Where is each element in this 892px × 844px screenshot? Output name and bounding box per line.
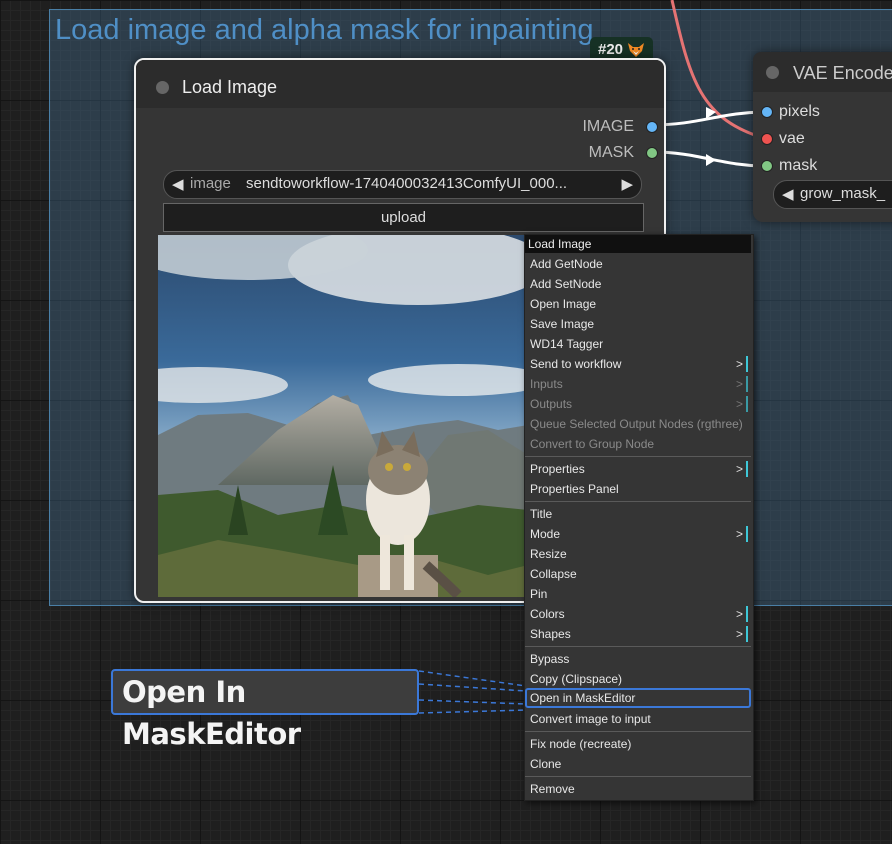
- grow-mask-combo[interactable]: ◀ grow_mask_: [773, 180, 892, 209]
- image-preview: [158, 235, 528, 597]
- image-combo[interactable]: ◀ image sendtoworkflow-1740400032413Comf…: [163, 170, 642, 199]
- menu-separator: [525, 456, 751, 457]
- output-mask-slot[interactable]: [646, 147, 658, 159]
- menu-item-shapes[interactable]: Shapes >: [525, 624, 751, 644]
- submenu-arrow-icon: >: [736, 376, 748, 392]
- menu-item-label: Save Image: [530, 317, 595, 331]
- vae-encode-title-bar[interactable]: VAE Encode: [753, 52, 892, 92]
- menu-item-add-getnode[interactable]: Add GetNode: [525, 254, 751, 274]
- node-id-text: #20: [598, 41, 624, 58]
- menu-item-open-image[interactable]: Open Image: [525, 294, 751, 314]
- input-vae-slot[interactable]: [761, 133, 773, 145]
- menu-item-save-image[interactable]: Save Image: [525, 314, 751, 334]
- menu-item-properties[interactable]: Properties >: [525, 459, 751, 479]
- menu-item-queue-selected-output-nodes: Queue Selected Output Nodes (rgthree): [525, 414, 751, 434]
- menu-item-properties-panel[interactable]: Properties Panel: [525, 479, 751, 499]
- menu-separator: [525, 776, 751, 777]
- menu-item-label: Remove: [530, 782, 575, 796]
- submenu-arrow-icon: >: [736, 526, 748, 542]
- output-mask-label: MASK: [588, 144, 634, 161]
- menu-item-open-in-maskeditor[interactable]: Open in MaskEditor: [525, 688, 751, 708]
- menu-item-label: Open in MaskEditor: [530, 691, 636, 705]
- menu-item-label: Properties Panel: [530, 482, 619, 496]
- menu-item-label: Send to workflow: [530, 357, 622, 371]
- menu-item-label: WD14 Tagger: [530, 337, 604, 351]
- input-vae-label: vae: [779, 130, 805, 147]
- menu-item-title[interactable]: Title: [525, 504, 751, 524]
- menu-item-collapse[interactable]: Collapse: [525, 564, 751, 584]
- vae-encode-node[interactable]: VAE Encode pixels vae mask ◀ grow_mask_: [753, 52, 892, 222]
- submenu-arrow-icon: >: [736, 626, 748, 642]
- menu-item-pin[interactable]: Pin: [525, 584, 751, 604]
- menu-item-label: Open Image: [530, 297, 597, 311]
- combo-value: grow_mask_: [800, 185, 886, 202]
- menu-item-mode[interactable]: Mode >: [525, 524, 751, 544]
- input-pixels-slot[interactable]: [761, 106, 773, 118]
- load-image-title: Load Image: [182, 77, 278, 97]
- menu-item-outputs: Outputs >: [525, 394, 751, 414]
- menu-item-fix-node[interactable]: Fix node (recreate): [525, 734, 751, 754]
- menu-item-colors[interactable]: Colors >: [525, 604, 751, 624]
- menu-separator: [525, 501, 751, 502]
- menu-item-label: Copy (Clipspace): [530, 672, 623, 686]
- menu-item-add-setnode[interactable]: Add SetNode: [525, 274, 751, 294]
- collapse-dot[interactable]: [766, 66, 779, 79]
- vae-encode-title: VAE Encode: [793, 63, 892, 83]
- context-menu-header: Load Image: [525, 235, 751, 253]
- output-image-slot[interactable]: [646, 121, 658, 133]
- menu-separator: [525, 646, 751, 647]
- menu-item-label: Shapes: [530, 627, 571, 641]
- menu-item-label: Add SetNode: [530, 277, 602, 291]
- menu-item-send-to-workflow[interactable]: Send to workflow >: [525, 354, 751, 374]
- context-menu[interactable]: Load Image Add GetNode Add SetNode Open …: [524, 234, 754, 801]
- menu-item-label: Convert image to input: [530, 712, 651, 726]
- menu-item-label: Queue Selected Output Nodes (rgthree): [530, 417, 743, 431]
- input-mask-label: mask: [779, 157, 818, 174]
- input-mask-slot[interactable]: [761, 160, 773, 172]
- load-image-title-bar[interactable]: Load Image: [136, 60, 664, 108]
- menu-item-label: Inputs: [530, 377, 563, 391]
- menu-item-label: Bypass: [530, 652, 570, 666]
- submenu-arrow-icon: >: [736, 461, 748, 477]
- combo-right-arrow[interactable]: ▶: [621, 175, 633, 193]
- menu-item-resize[interactable]: Resize: [525, 544, 751, 564]
- upload-button[interactable]: upload: [163, 203, 644, 232]
- menu-item-label: Convert to Group Node: [530, 437, 655, 451]
- menu-item-inputs: Inputs >: [525, 374, 751, 394]
- menu-item-label: Title: [530, 507, 553, 521]
- combo-left-arrow[interactable]: ◀: [782, 185, 794, 203]
- submenu-arrow-icon: >: [736, 396, 748, 412]
- menu-item-convert-to-group-node: Convert to Group Node: [525, 434, 751, 454]
- menu-item-label: Mode: [530, 527, 561, 541]
- submenu-arrow-icon: >: [736, 356, 748, 372]
- menu-item-label: Pin: [530, 587, 548, 601]
- combo-left-arrow[interactable]: ◀: [172, 175, 184, 193]
- menu-item-label: Resize: [530, 547, 567, 561]
- menu-item-clone[interactable]: Clone: [525, 754, 751, 774]
- menu-item-label: Properties: [530, 462, 585, 476]
- menu-item-remove[interactable]: Remove: [525, 779, 751, 799]
- output-image-label: IMAGE: [582, 118, 634, 135]
- landscape-cat-image: [158, 235, 528, 597]
- menu-item-bypass[interactable]: Bypass: [525, 649, 751, 669]
- collapse-dot[interactable]: [156, 81, 169, 94]
- menu-separator: [525, 731, 751, 732]
- open-in-maskeditor-callout: Open In MaskEditor: [111, 669, 419, 751]
- fox-icon: [628, 42, 645, 57]
- submenu-arrow-icon: >: [736, 606, 748, 622]
- menu-item-label: Collapse: [530, 567, 577, 581]
- menu-item-label: Colors: [530, 607, 565, 621]
- menu-item-label: Outputs: [530, 397, 573, 411]
- input-pixels-label: pixels: [779, 103, 820, 120]
- combo-value: sendtoworkflow-1740400032413ComfyUI_000.…: [246, 175, 568, 192]
- menu-item-copy-clipspace[interactable]: Copy (Clipspace): [525, 669, 751, 689]
- menu-item-label: Fix node (recreate): [530, 737, 632, 751]
- menu-item-convert-image-to-input[interactable]: Convert image to input: [525, 709, 751, 729]
- group-title[interactable]: Load image and alpha mask for inpainting: [55, 14, 593, 47]
- combo-label: image: [190, 175, 231, 192]
- menu-item-label: Add GetNode: [530, 257, 603, 271]
- menu-item-wd14-tagger[interactable]: WD14 Tagger: [525, 334, 751, 354]
- menu-item-label: Clone: [530, 757, 562, 771]
